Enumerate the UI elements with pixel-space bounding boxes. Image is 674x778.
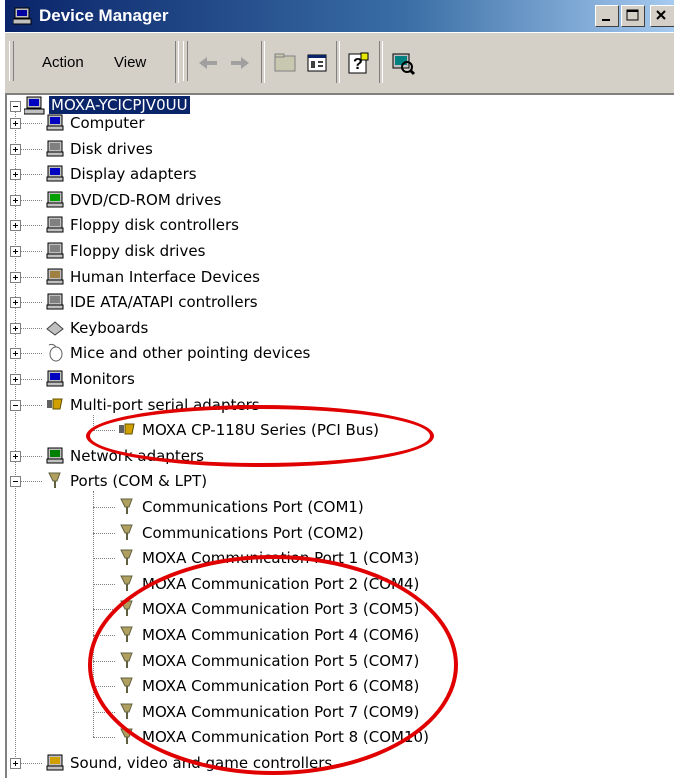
- tree-item-label: Communications Port (COM1): [142, 498, 364, 516]
- collapse-toggle[interactable]: [10, 476, 21, 488]
- tree-line: [93, 507, 115, 508]
- collapse-toggle[interactable]: [10, 399, 21, 411]
- keyboard-icon: [46, 321, 64, 336]
- expand-toggle[interactable]: [10, 374, 21, 385]
- tree-line: [93, 583, 115, 585]
- multiport-adapter-icon: [47, 398, 63, 410]
- menu-view[interactable]: View: [114, 53, 146, 73]
- tree-item-label: Human Interface Devices: [70, 267, 260, 286]
- tree-item-label: DVD/CD-ROM drives: [70, 190, 222, 209]
- display-adapter-icon: [46, 165, 64, 182]
- close-icon: [656, 10, 666, 20]
- tree-item-label: Disk drives: [70, 139, 153, 158]
- tree-line: [93, 532, 115, 534]
- menu-action[interactable]: Action: [42, 53, 84, 73]
- close-button[interactable]: [650, 5, 674, 27]
- tree-line: [93, 491, 94, 738]
- scan-hardware-icon[interactable]: [390, 50, 416, 76]
- tree-item-label: Floppy disk controllers: [70, 216, 239, 235]
- toolbar: Action View ?: [5, 33, 674, 93]
- tree-line: [15, 111, 16, 761]
- disk-drive-icon: [46, 140, 64, 157]
- tree-item-label: Keyboards: [70, 318, 149, 337]
- floppy-controller-icon: [46, 216, 64, 233]
- toolbar-separator: [261, 41, 265, 83]
- port-icon: [120, 575, 133, 591]
- expand-toggle[interactable]: [10, 194, 21, 206]
- maximize-button[interactable]: [621, 5, 645, 27]
- hid-icon: [46, 268, 64, 285]
- expand-toggle[interactable]: [10, 348, 21, 360]
- expand-toggle[interactable]: [10, 118, 21, 129]
- dvd-drive-icon: [46, 191, 64, 208]
- annotation-ellipse: [86, 405, 434, 467]
- floppy-drive-icon: [46, 242, 64, 259]
- expand-toggle[interactable]: [10, 246, 21, 257]
- sound-icon: [46, 754, 64, 771]
- minimize-icon: [602, 19, 610, 21]
- toolbar-grip[interactable]: [183, 41, 188, 81]
- expand-toggle[interactable]: [10, 143, 21, 155]
- title-bar[interactable]: Device Manager: [5, 0, 674, 32]
- expand-toggle[interactable]: [10, 322, 21, 334]
- tree-item-label: Floppy disk drives: [70, 242, 206, 260]
- expand-toggle[interactable]: [10, 271, 21, 283]
- annotation-ellipse: [88, 555, 458, 775]
- window-title: Device Manager: [39, 6, 169, 25]
- tree-root[interactable]: MOXA-YCICPJV0UU: [49, 95, 190, 115]
- tree-item-label: Computer: [70, 114, 145, 132]
- tree-item-label: Display adapters: [70, 165, 197, 184]
- computer-icon: [24, 96, 45, 115]
- network-adapter-icon: [46, 447, 64, 464]
- help-icon[interactable]: ?: [345, 50, 371, 76]
- tree-item-label: Mice and other pointing devices: [70, 344, 311, 363]
- tree-line: [93, 558, 115, 560]
- device-manager-window: Device Manager Action View ? MOXA-YCICPJ…: [0, 0, 674, 778]
- expand-toggle[interactable]: [10, 450, 21, 462]
- root-computer-name: MOXA-YCICPJV0UU: [49, 96, 190, 114]
- toolbar-separator: [379, 41, 383, 83]
- monitor-icon: [46, 370, 64, 387]
- toolbar-grip[interactable]: [9, 41, 14, 81]
- port-icon: [48, 472, 61, 489]
- ide-controller-icon: [46, 293, 64, 310]
- computer-icon: [46, 114, 64, 131]
- tree-line: [93, 737, 115, 739]
- expand-toggle[interactable]: [10, 297, 21, 309]
- back-arrow-icon[interactable]: [195, 50, 221, 76]
- mouse-icon: [48, 344, 63, 362]
- expand-toggle[interactable]: [10, 758, 21, 769]
- forward-arrow-icon[interactable]: [227, 50, 253, 76]
- port-icon: [120, 549, 133, 566]
- tree-item-label: IDE ATA/ATAPI controllers: [70, 293, 258, 312]
- tree-item-label: Monitors: [70, 370, 135, 388]
- tree-item-label: Ports (COM & LPT): [70, 472, 208, 491]
- port-icon: [120, 524, 133, 540]
- toolbar-separator: [175, 41, 179, 83]
- maximize-icon: [626, 9, 639, 21]
- toolbar-separator: [336, 41, 340, 83]
- properties-icon[interactable]: [304, 50, 330, 76]
- device-manager-icon: [13, 7, 32, 25]
- up-folder-icon[interactable]: [272, 50, 298, 76]
- expand-toggle[interactable]: [10, 169, 21, 181]
- minimize-button[interactable]: [595, 5, 619, 27]
- tree-item-label: Communications Port (COM2): [142, 523, 364, 542]
- expand-toggle[interactable]: [10, 220, 21, 232]
- port-icon: [120, 498, 133, 514]
